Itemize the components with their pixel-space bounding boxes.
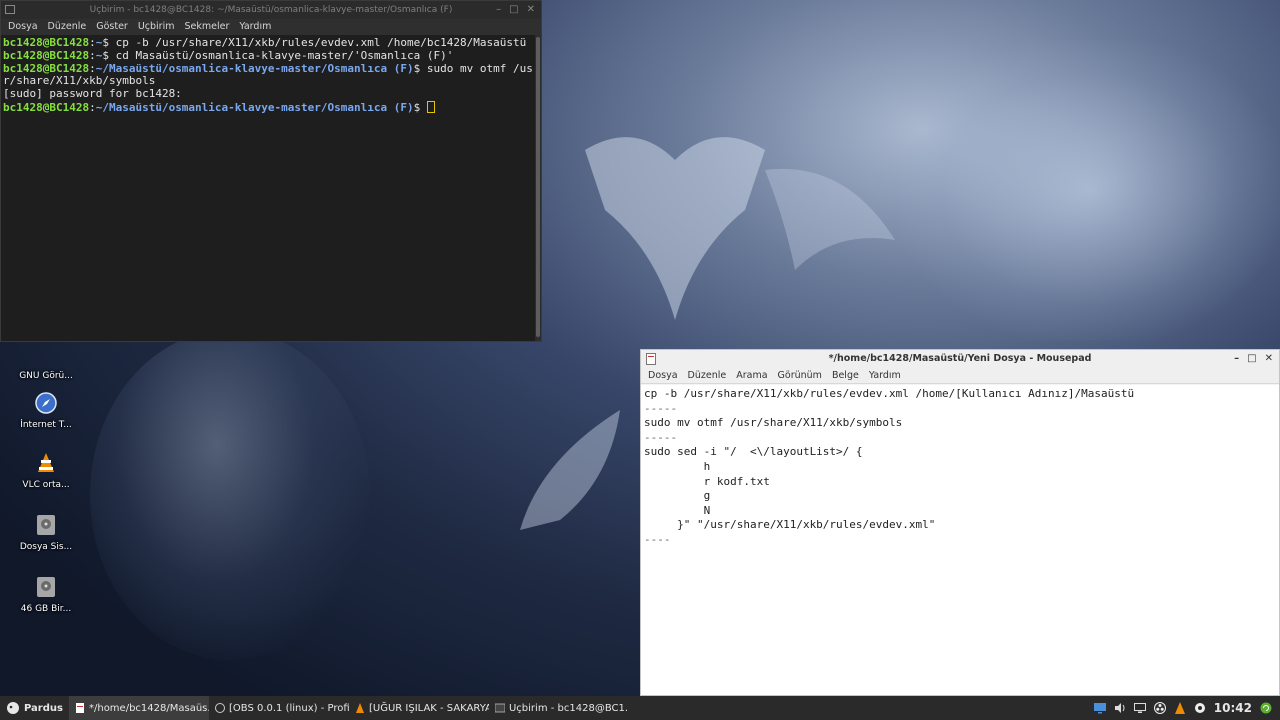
editor-line: sudo sed -i "/ <\/layoutList>/ {	[644, 445, 863, 459]
menu-sekmeler[interactable]: Sekmeler	[179, 19, 234, 35]
desktop-icon-label: 46 GB Bir...	[20, 604, 72, 614]
terminal-line: [sudo] password for bc1428:	[3, 87, 182, 101]
desktop-icon-label: GNU Görü...	[19, 371, 73, 381]
editor-line: -----	[644, 401, 678, 415]
drive-icon	[37, 515, 55, 535]
taskbar-item-vlc[interactable]: [UĞUR IŞILAK - SAKARYA...	[349, 696, 489, 720]
display-icon[interactable]	[1093, 702, 1106, 714]
document-icon	[646, 353, 656, 365]
start-label: Pardus	[24, 702, 63, 714]
wallpaper-eagle-emblem	[585, 137, 895, 320]
taskbar-item-obs[interactable]: [OBS 0.0.1 (linux) - Profi...	[209, 696, 349, 720]
mousepad-window[interactable]: */home/bc1428/Masaüstü/Yeni Dosya - Mous…	[640, 349, 1280, 696]
text-cursor	[426, 100, 435, 113]
vlc-icon	[355, 703, 364, 713]
taskbar-item-label: */home/bc1428/Masaüs...	[88, 702, 209, 714]
text-editor-area[interactable]: cp -b /usr/share/X11/xkb/rules/evdev.xml…	[641, 385, 1279, 695]
maximize-icon[interactable]: □	[1247, 350, 1256, 368]
terminal-line: bc1428@BC1428:~/Masaüstü/osmanlica-klavy…	[3, 100, 533, 115]
maximize-icon[interactable]: □	[509, 1, 518, 19]
desktop-icon-filesystem[interactable]: Dosya Sis...	[14, 514, 78, 552]
editor-line: h	[644, 459, 711, 473]
minimize-icon[interactable]: –	[496, 1, 501, 19]
menu-dosya[interactable]: Dosya	[643, 368, 683, 383]
volume-icon[interactable]	[1114, 702, 1126, 714]
mousepad-menubar: Dosya Düzenle Arama Görünüm Belge Yardım	[641, 368, 1279, 384]
taskbar-item-label: Uçbirim - bc1428@BC1...	[508, 702, 629, 714]
editor-line: N	[644, 503, 711, 517]
editor-line: }" "/usr/share/X11/xkb/rules/evdev.xml"	[644, 518, 936, 532]
editor-line: ----	[644, 532, 671, 546]
obs-icon	[214, 703, 225, 713]
terminal-title: Uçbirim - bc1428@BC1428: ~/Masaüstü/osma…	[89, 5, 453, 15]
desktop-icon-label: VLC orta...	[22, 480, 70, 490]
taskbar-item-terminal[interactable]: Uçbirim - bc1428@BC1...	[489, 696, 629, 720]
terminal-window[interactable]: Uçbirim - bc1428@BC1428: ~/Masaüstü/osma…	[0, 0, 542, 342]
terminal-output[interactable]: bc1428@BC1428:~$ cp -b /usr/share/X11/xk…	[1, 35, 535, 341]
close-icon[interactable]: ✕	[527, 1, 535, 19]
terminal-scrollbar[interactable]	[535, 35, 541, 341]
mousepad-titlebar[interactable]: */home/bc1428/Masaüstü/Yeni Dosya - Mous…	[641, 350, 1279, 368]
vlc-icon[interactable]	[1174, 702, 1186, 714]
screen-icon[interactable]	[1133, 702, 1146, 714]
menu-duzenle[interactable]: Düzenle	[683, 368, 732, 383]
obs-icon[interactable]	[1153, 702, 1166, 714]
wallpaper-glow	[900, 40, 1280, 340]
power-icon[interactable]	[1194, 702, 1206, 714]
wallpaper-figure	[90, 330, 370, 660]
menu-arama[interactable]: Arama	[731, 368, 772, 383]
start-menu-button[interactable]: Pardus	[0, 701, 69, 715]
update-icon[interactable]	[1260, 702, 1272, 714]
minimize-icon[interactable]: –	[1234, 350, 1239, 368]
desktop-icon-label: Dosya Sis...	[19, 542, 73, 552]
terminal-menubar: Dosya Düzenle Göster Uçbirim Sekmeler Ya…	[1, 19, 541, 35]
compass-icon	[35, 392, 57, 414]
desktop-icon-label: İnternet T...	[20, 420, 72, 430]
menu-goster[interactable]: Göster	[91, 19, 133, 35]
mousepad-icon	[75, 703, 84, 713]
system-tray: 10:42	[1093, 701, 1280, 715]
editor-line: r kodf.txt	[644, 474, 770, 488]
terminal-titlebar[interactable]: Uçbirim - bc1428@BC1428: ~/Masaüstü/osma…	[1, 1, 541, 19]
taskbar-item-mousepad[interactable]: */home/bc1428/Masaüs...	[68, 696, 209, 720]
desktop-icon-gnu[interactable]: GNU Görü...	[14, 346, 78, 381]
menu-gorunum[interactable]: Görünüm	[773, 368, 827, 383]
taskbar: Pardus */home/bc1428/Masaüs... [OBS 0.0.…	[0, 696, 1280, 720]
taskbar-item-label: [UĞUR IŞILAK - SAKARYA...	[368, 702, 489, 714]
mousepad-title: */home/bc1428/Masaüstü/Yeni Dosya - Mous…	[828, 353, 1092, 364]
editor-line: sudo mv otmf /usr/share/X11/xkb/symbols	[644, 416, 903, 430]
menu-duzenle[interactable]: Düzenle	[43, 19, 92, 35]
drive-icon	[37, 577, 55, 597]
desktop-icon-vlc[interactable]: VLC orta...	[14, 452, 78, 490]
clock[interactable]: 10:42	[1214, 701, 1252, 715]
vlc-icon	[38, 453, 54, 472]
pardus-logo-icon	[7, 702, 19, 714]
terminal-icon	[494, 703, 505, 713]
menu-yardim[interactable]: Yardım	[864, 368, 906, 383]
close-icon[interactable]: ✕	[1265, 350, 1273, 368]
taskbar-item-label: [OBS 0.0.1 (linux) - Profi...	[228, 702, 349, 714]
editor-line: cp -b /usr/share/X11/xkb/rules/evdev.xml…	[644, 387, 1135, 400]
desktop-icon-volume[interactable]: 46 GB Bir...	[14, 576, 78, 614]
editor-line: -----	[644, 430, 678, 444]
scrollbar-thumb[interactable]	[536, 37, 540, 337]
menu-yardim[interactable]: Yardım	[234, 19, 276, 35]
wallpaper-eagle-wing	[520, 410, 620, 530]
editor-line: g	[644, 489, 711, 503]
menu-dosya[interactable]: Dosya	[3, 19, 43, 35]
image-viewer-icon	[35, 346, 57, 368]
desktop-icon-internet[interactable]: İnternet T...	[14, 392, 78, 430]
menu-belge[interactable]: Belge	[827, 368, 864, 383]
terminal-window-icon	[5, 5, 15, 14]
menu-ucbirim[interactable]: Uçbirim	[133, 19, 180, 35]
